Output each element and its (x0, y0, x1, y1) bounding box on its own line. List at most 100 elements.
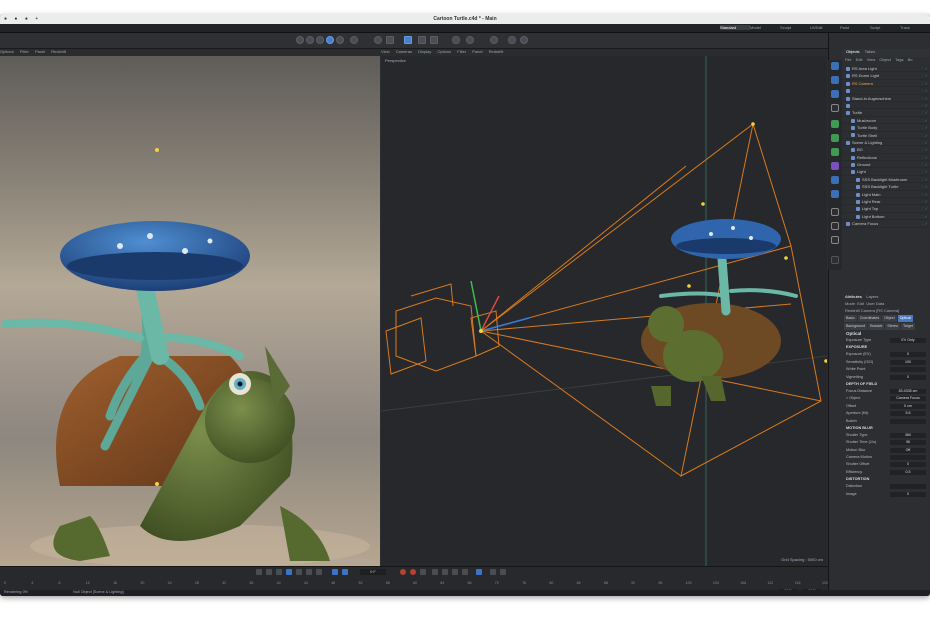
attr-menu-item[interactable]: Edit (857, 301, 864, 306)
tab-objects[interactable]: Objects (846, 49, 860, 54)
object-tree-row[interactable]: Scene & Lighting ⁚ ✓ (842, 139, 930, 147)
object-tree-row[interactable]: RS Camera ⁚ ✓ (842, 80, 930, 88)
sphere-icon[interactable] (831, 90, 839, 98)
model-mode-icon[interactable] (404, 36, 412, 44)
bounce-icon[interactable] (342, 569, 348, 575)
attr-property-value[interactable]: 0 (890, 462, 926, 468)
attr-property-value[interactable] (890, 367, 926, 373)
vp-menu-item[interactable]: Cameras (396, 49, 412, 54)
object-tree-row[interactable]: Camera Focus ⁚ ✓ (842, 220, 930, 228)
paint-icon[interactable] (831, 256, 839, 264)
light-icon[interactable] (508, 36, 516, 44)
text-icon[interactable] (831, 104, 839, 112)
rotate-icon[interactable] (350, 36, 358, 44)
visibility-check-icon[interactable]: ⁚ ✓ (922, 132, 928, 139)
visibility-check-icon[interactable]: ⁚ ✓ (922, 102, 928, 109)
render-view-icon[interactable] (418, 36, 426, 44)
attr-property-value[interactable]: EV Only (890, 338, 926, 343)
attr-property-value[interactable] (890, 455, 926, 461)
vp-menu-item[interactable]: Display (418, 49, 431, 54)
object-tree-row[interactable]: Ground ⁚ ✓ (842, 161, 930, 169)
param-key-icon[interactable] (462, 569, 468, 575)
attr-property-value[interactable] (890, 484, 926, 490)
go-end-icon[interactable] (316, 569, 322, 575)
go-start-icon[interactable] (256, 569, 262, 575)
mograph-icon[interactable] (831, 148, 839, 156)
render-settings-icon[interactable] (430, 36, 438, 44)
floor-icon[interactable] (831, 208, 839, 216)
attr-property-value[interactable]: 0 (890, 491, 926, 497)
attr-subtab[interactable]: Background (844, 323, 868, 330)
scale-key-icon[interactable] (452, 569, 458, 575)
attr-property-value[interactable]: Off (890, 447, 926, 453)
render-viewport[interactable]: Grid Spacing : 50000 cm (0, 56, 380, 566)
attr-subtab[interactable]: Optical (897, 315, 913, 322)
object-tree-row[interactable]: Turtle ⁚ ✓ (842, 109, 930, 117)
next-key-icon[interactable] (306, 569, 312, 575)
object-tree-row[interactable]: Light ⁚ ✓ (842, 168, 930, 176)
visibility-check-icon[interactable]: ⁚ ✓ (922, 213, 928, 220)
visibility-check-icon[interactable]: ⁚ ✓ (922, 191, 928, 198)
attr-menu-item[interactable]: Mode (845, 301, 855, 306)
object-tree-row[interactable]: Light Top ⁚ ✓ (842, 205, 930, 213)
keyframe-icon[interactable] (420, 569, 426, 575)
camera-icon[interactable] (520, 36, 528, 44)
next-frame-icon[interactable] (296, 569, 302, 575)
attr-property-value[interactable]: 100 (890, 359, 926, 365)
scale-icon[interactable] (336, 36, 344, 44)
scene-icon[interactable] (831, 190, 839, 198)
attr-property-value[interactable]: 83.4335 cm (890, 388, 926, 394)
record-icon[interactable] (400, 569, 406, 575)
attr-property-value[interactable] (890, 418, 926, 424)
generator-icon[interactable] (831, 120, 839, 128)
prev-key-icon[interactable] (266, 569, 272, 575)
object-tree-row[interactable]: SSS Backlight Turtle ⁚ ✓ (842, 183, 930, 191)
object-tree-row[interactable]: Turtle Body ⁚ ✓ (842, 124, 930, 132)
layout-tab[interactable]: Sculpt (780, 25, 810, 30)
snap-icon[interactable] (490, 36, 498, 44)
position-key-icon[interactable] (432, 569, 438, 575)
layout-tab[interactable]: Track (900, 25, 930, 30)
attr-property-value[interactable]: Camera Focus (890, 396, 926, 402)
visibility-check-icon[interactable]: ⁚ ✓ (922, 109, 928, 116)
panel-menu-item[interactable]: View (867, 57, 876, 62)
cube-icon[interactable] (831, 62, 839, 70)
points-mode-icon[interactable] (386, 36, 394, 44)
tab-layers[interactable]: Layers (866, 294, 878, 299)
object-tree-row[interactable]: Light Main ⁚ ✓ (842, 191, 930, 199)
visibility-check-icon[interactable]: ⁚ ✓ (922, 124, 928, 131)
fcurve-icon[interactable] (476, 569, 482, 575)
live-select-icon[interactable] (316, 36, 324, 44)
attr-property-value[interactable]: 0.5 (890, 469, 926, 475)
object-tree-row[interactable]: Light Bottom ⁚ ✓ (842, 213, 930, 221)
vp-menu-item[interactable]: Options (0, 49, 14, 54)
object-tree-row[interactable]: RS Dome Light ⁚ ✓ (842, 72, 930, 80)
tab-takes[interactable]: Takes (865, 49, 875, 54)
panel-menu-item[interactable]: Object (879, 57, 891, 62)
attr-subtab[interactable]: Stereo (885, 323, 900, 330)
redo-icon[interactable] (306, 36, 314, 44)
vp-menu-item[interactable]: Panel (472, 49, 482, 54)
move-icon[interactable] (326, 36, 334, 44)
object-tree-row[interactable]: Reflections ⁚ ✓ (842, 154, 930, 162)
joint-icon[interactable] (831, 176, 839, 184)
visibility-check-icon[interactable]: ⁚ ✓ (922, 154, 928, 161)
visibility-check-icon[interactable]: ⁚ ✓ (922, 220, 928, 227)
visibility-check-icon[interactable]: ⁚ ✓ (922, 198, 928, 205)
visibility-check-icon[interactable]: ⁚ ✓ (922, 183, 928, 190)
loop-icon[interactable] (332, 569, 338, 575)
visibility-check-icon[interactable]: ⁚ ✓ (922, 176, 928, 183)
object-tree-row[interactable]: Stand-in Augenschirm ⁚ ✓ (842, 95, 930, 102)
vp-menu-item[interactable]: Filter (457, 49, 466, 54)
layout-tab[interactable]: UVEdit (810, 25, 840, 30)
panel-menu-item[interactable]: Bo (908, 57, 913, 62)
motion-icon[interactable] (500, 569, 506, 575)
timeline-icon[interactable] (490, 569, 496, 575)
auto-key-icon[interactable] (410, 569, 416, 575)
object-tree-row[interactable]: SSS Backlight Mushroom ⁚ ✓ (842, 176, 930, 184)
object-tree-row[interactable]: Mushroom ⁚ ✓ (842, 117, 930, 125)
attr-subtab[interactable]: Bracket (868, 323, 885, 330)
visibility-check-icon[interactable]: ⁚ ✓ (922, 117, 928, 124)
vp-menu-item[interactable]: Panel (35, 49, 45, 54)
prev-frame-icon[interactable] (276, 569, 282, 575)
